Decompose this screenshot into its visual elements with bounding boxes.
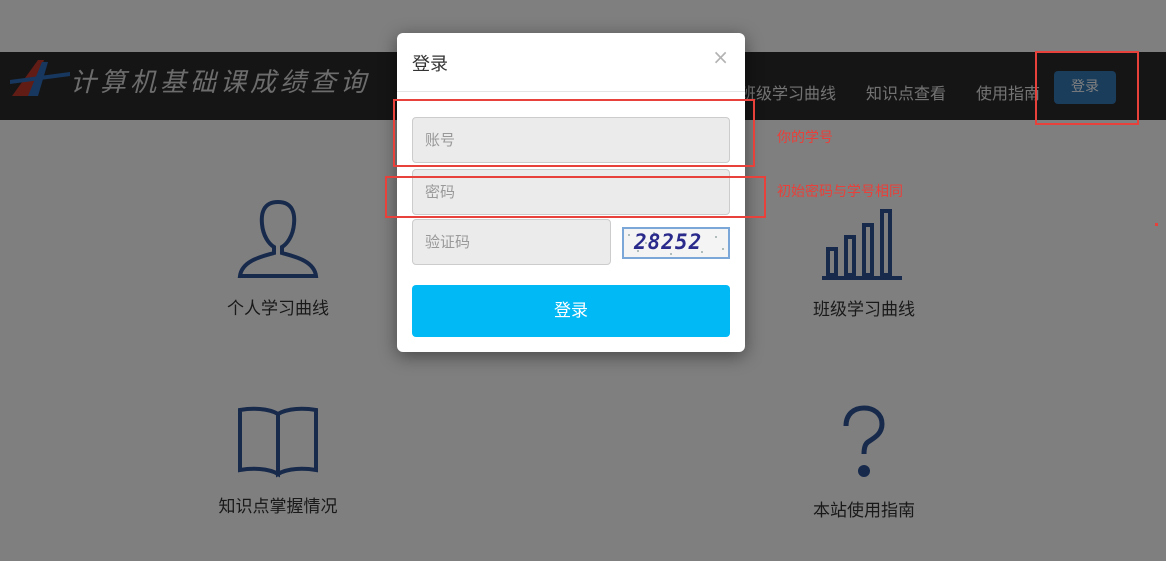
modal-divider bbox=[397, 91, 745, 92]
annotation-box-account bbox=[393, 99, 755, 167]
modal-title: 登录 bbox=[412, 54, 448, 75]
annotation-dot bbox=[1155, 223, 1158, 226]
close-icon[interactable]: × bbox=[712, 47, 729, 67]
annotation-note-password: 初始密码与学号相同 bbox=[777, 184, 903, 200]
annotation-note-account: 你的学号 bbox=[777, 130, 833, 146]
captcha-input[interactable] bbox=[412, 219, 611, 265]
annotation-box-password bbox=[385, 176, 766, 218]
annotation-box-login bbox=[1035, 51, 1139, 125]
captcha-image[interactable]: 28252 bbox=[622, 227, 730, 259]
login-submit-button[interactable]: 登录 bbox=[412, 285, 730, 337]
captcha-text: 28252 bbox=[634, 230, 703, 254]
